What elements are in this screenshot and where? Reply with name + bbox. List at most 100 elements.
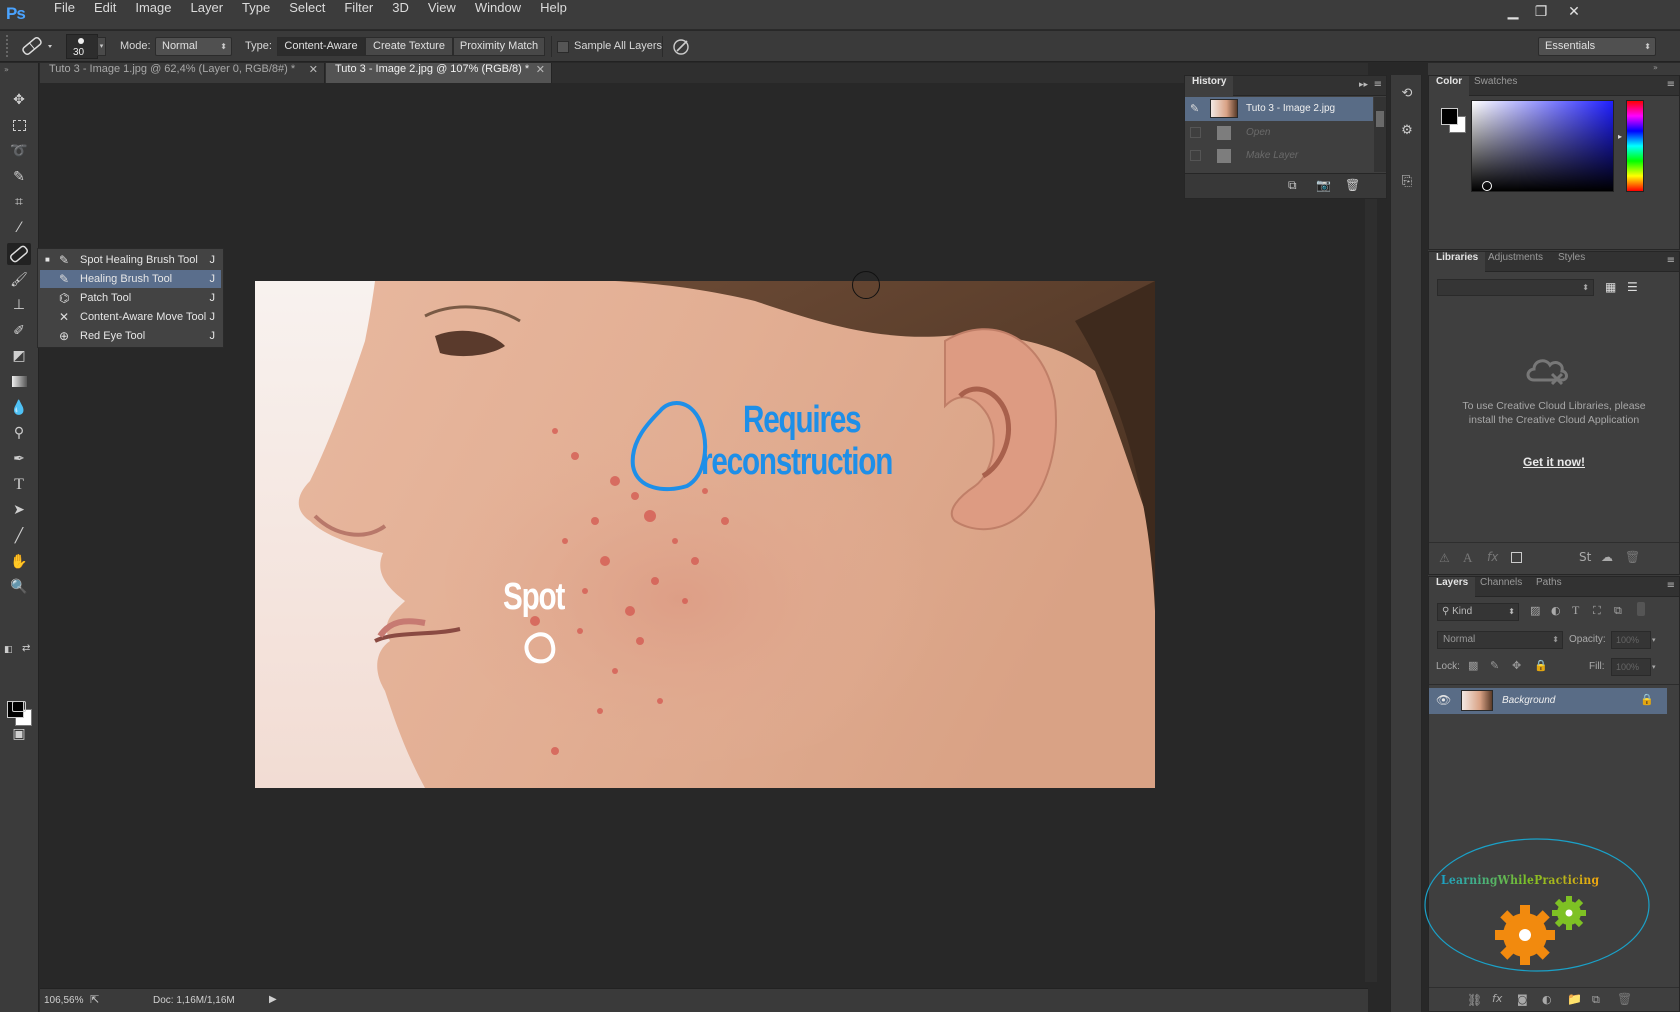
new-group-icon[interactable]: 📁 bbox=[1567, 992, 1582, 1006]
flyout-healing-brush[interactable]: ✎ Healing Brush Tool J bbox=[40, 270, 221, 288]
default-colors-icon[interactable]: ◧ bbox=[4, 645, 13, 655]
history-step-make-layer[interactable]: Make Layer bbox=[1185, 145, 1373, 167]
menu-layer[interactable]: Layer bbox=[183, 0, 232, 30]
canvas-scrollbar[interactable] bbox=[1365, 84, 1377, 982]
layer-row-background[interactable]: 👁 Background 🔒 bbox=[1429, 688, 1667, 714]
gradient-tool-icon[interactable] bbox=[7, 371, 31, 393]
layer-filter-select[interactable]: ⚲ Kind ⬍ bbox=[1437, 603, 1519, 621]
close-icon[interactable]: ✕ bbox=[1561, 2, 1587, 22]
lock-image-icon[interactable]: ✎ bbox=[1490, 659, 1499, 672]
menu-select[interactable]: Select bbox=[281, 0, 333, 30]
fill-dropdown-icon[interactable]: ▾ bbox=[1652, 658, 1662, 676]
menu-image[interactable]: Image bbox=[127, 0, 179, 30]
opacity-dropdown-icon[interactable]: ▾ bbox=[1652, 631, 1662, 649]
flyout-spot-healing-brush[interactable]: ■ ✎ Spot Healing Brush Tool J bbox=[40, 251, 221, 269]
tab-image-2[interactable]: Tuto 3 - Image 2.jpg @ 107% (RGB/8) * ✕ bbox=[326, 63, 552, 83]
menu-help[interactable]: Help bbox=[532, 0, 575, 30]
eye-icon[interactable]: 👁 bbox=[1436, 693, 1451, 707]
content-aware-button[interactable]: Content-Aware bbox=[277, 37, 365, 56]
fill-input[interactable]: 100% bbox=[1611, 658, 1651, 676]
tab-libraries[interactable]: Libraries bbox=[1429, 252, 1486, 272]
new-document-from-state-icon[interactable]: ⧉ bbox=[1288, 178, 1297, 193]
flyout-patch[interactable]: ⌬ Patch Tool J bbox=[40, 289, 221, 307]
panel-menu-icon[interactable]: ≡ bbox=[1374, 79, 1382, 90]
lock-transparency-icon[interactable]: ▩ bbox=[1468, 659, 1478, 672]
tab-adjustments[interactable]: Adjustments bbox=[1481, 252, 1550, 272]
lasso-tool-icon[interactable]: ➰ bbox=[7, 140, 31, 162]
brush-tool-icon[interactable]: 🖌 bbox=[7, 269, 31, 291]
dock-expand-icon[interactable]: » bbox=[1653, 63, 1658, 72]
zoom-readout[interactable]: 106,56% bbox=[44, 995, 83, 1006]
eyedropper-tool-icon[interactable]: ⁄ bbox=[7, 217, 31, 239]
collapse-arrows-icon[interactable]: » bbox=[4, 65, 9, 74]
export-icon[interactable]: ⇱ bbox=[90, 993, 99, 1006]
eraser-tool-icon[interactable]: ◩ bbox=[7, 345, 31, 367]
marquee-tool-icon[interactable] bbox=[7, 115, 31, 137]
expand-arrows-icon[interactable]: ▸▸ bbox=[1359, 80, 1368, 90]
type-tool-icon[interactable]: T bbox=[7, 474, 31, 496]
screen-mode-icon[interactable]: ▣ bbox=[7, 723, 31, 745]
restore-icon[interactable]: ❐ bbox=[1528, 2, 1554, 22]
history-scrollbar[interactable] bbox=[1374, 97, 1386, 172]
proximity-match-button[interactable]: Proximity Match bbox=[453, 37, 545, 56]
quick-selection-tool-icon[interactable]: ✎ bbox=[7, 166, 31, 188]
tab-swatches[interactable]: Swatches bbox=[1467, 76, 1524, 96]
close-tab-icon[interactable]: ✕ bbox=[536, 63, 545, 76]
history-panel-icon[interactable]: ⟲ bbox=[1396, 83, 1418, 105]
flyout-content-aware-move[interactable]: ✕ Content-Aware Move Tool J bbox=[40, 308, 221, 326]
trash-icon[interactable]: 🗑 bbox=[1625, 550, 1640, 564]
layer-name[interactable]: Background bbox=[1502, 695, 1555, 706]
clone-stamp-tool-icon[interactable]: ⊥ bbox=[7, 294, 31, 316]
stock-icon[interactable]: St bbox=[1579, 550, 1591, 564]
add-color-icon[interactable] bbox=[1511, 552, 1522, 563]
menu-filter[interactable]: Filter bbox=[336, 0, 381, 30]
trash-icon[interactable]: 🗑 bbox=[1617, 992, 1632, 1006]
filter-pixel-icon[interactable]: ▨ bbox=[1530, 604, 1540, 617]
menu-window[interactable]: Window bbox=[467, 0, 529, 30]
blend-mode-select[interactable]: Normal ⬍ bbox=[1437, 631, 1563, 649]
hue-slider-arrow-icon[interactable]: ▸ bbox=[1618, 132, 1622, 141]
lock-all-icon[interactable]: 🔒 bbox=[1534, 659, 1548, 672]
panel-menu-icon[interactable]: ≡ bbox=[1667, 255, 1675, 266]
hand-tool-icon[interactable]: ✋ bbox=[7, 551, 31, 573]
opacity-input[interactable]: 100% bbox=[1611, 631, 1651, 649]
list-view-icon[interactable]: ☰ bbox=[1627, 280, 1638, 294]
status-menu-arrow-icon[interactable]: ▶ bbox=[269, 994, 277, 1005]
menu-type[interactable]: Type bbox=[234, 0, 278, 30]
flyout-red-eye[interactable]: ⊕ Red Eye Tool J bbox=[40, 327, 221, 345]
foreground-swatch[interactable] bbox=[1441, 108, 1458, 125]
path-selection-tool-icon[interactable]: ➤ bbox=[7, 499, 31, 521]
history-snapshot-row[interactable]: ✎ Tuto 3 - Image 2.jpg bbox=[1185, 97, 1373, 121]
create-texture-button[interactable]: Create Texture bbox=[365, 37, 453, 56]
trash-icon[interactable]: 🗑 bbox=[1345, 178, 1360, 192]
filter-shape-icon[interactable]: ⛶ bbox=[1593, 604, 1601, 618]
history-source-box[interactable] bbox=[1190, 127, 1201, 138]
grid-view-icon[interactable]: ▦ bbox=[1605, 280, 1616, 294]
color-field[interactable] bbox=[1471, 100, 1614, 192]
scroll-thumb[interactable] bbox=[1376, 111, 1384, 127]
dodge-tool-icon[interactable]: ⚲ bbox=[7, 422, 31, 444]
brush-size-picker[interactable]: 30 bbox=[66, 34, 98, 59]
hue-slider[interactable] bbox=[1626, 100, 1644, 192]
panel-menu-icon[interactable]: ≡ bbox=[1667, 79, 1675, 90]
line-tool-icon[interactable]: ╱ bbox=[7, 525, 31, 547]
pressure-size-button[interactable] bbox=[670, 36, 692, 58]
lock-position-icon[interactable]: ✥ bbox=[1512, 659, 1521, 672]
menu-file[interactable]: File bbox=[46, 0, 83, 30]
color-picker-marker[interactable] bbox=[1482, 181, 1492, 191]
quick-mask-icon[interactable] bbox=[7, 696, 31, 718]
camera-icon[interactable]: 📷 bbox=[1316, 178, 1331, 192]
tool-preset-picker[interactable] bbox=[18, 35, 54, 57]
add-layer-style-icon[interactable]: fx bbox=[1487, 550, 1498, 564]
filter-toggle[interactable] bbox=[1637, 602, 1645, 616]
layer-style-icon[interactable]: fx bbox=[1492, 992, 1502, 1005]
swap-colors-icon[interactable]: ⇄ bbox=[22, 643, 30, 654]
history-step-open[interactable]: Open bbox=[1185, 122, 1373, 144]
blur-tool-icon[interactable]: 💧 bbox=[7, 397, 31, 419]
add-graphic-icon[interactable]: ⚠ bbox=[1439, 551, 1450, 565]
add-mask-icon[interactable]: ◙ bbox=[1517, 993, 1528, 1006]
history-brush-tool-icon[interactable]: ✐ bbox=[7, 320, 31, 342]
brush-size-dropdown[interactable]: ▾ bbox=[97, 37, 106, 56]
clone-source-panel-icon[interactable]: ⎘ bbox=[1396, 171, 1418, 193]
properties-panel-icon[interactable]: ⚙ bbox=[1396, 120, 1418, 142]
